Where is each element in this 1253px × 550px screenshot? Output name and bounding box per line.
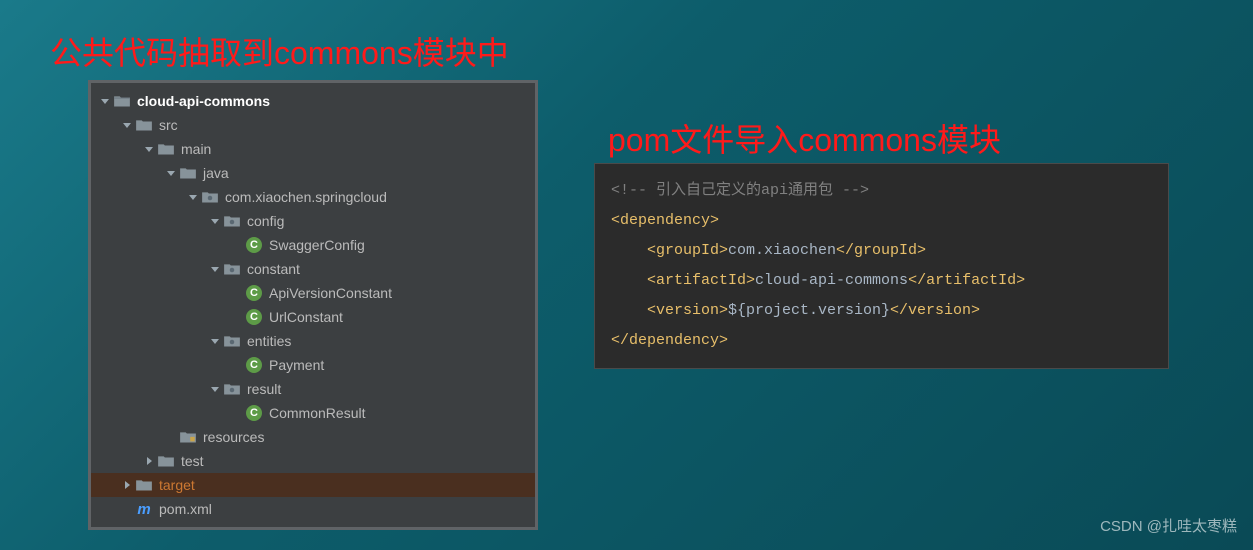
tree-item-main[interactable]: main <box>91 137 535 161</box>
pom-code-snippet: <!-- 引入自己定义的api通用包 --> <dependency> <gro… <box>594 163 1169 369</box>
tree-item-label: com.xiaochen.springcloud <box>225 189 387 205</box>
code-line-dep-close: </dependency> <box>611 326 1152 356</box>
package-icon <box>223 332 241 350</box>
tree-item-payment[interactable]: C Payment <box>91 353 535 377</box>
tree-item-label: main <box>181 141 211 157</box>
chevron-down-icon[interactable] <box>207 261 223 277</box>
folder-icon <box>157 452 175 470</box>
tree-item-swaggerconfig[interactable]: C SwaggerConfig <box>91 233 535 257</box>
tree-item-entities[interactable]: entities <box>91 329 535 353</box>
package-icon <box>223 260 241 278</box>
tree-item-apiversionconstant[interactable]: C ApiVersionConstant <box>91 281 535 305</box>
package-icon <box>223 212 241 230</box>
folder-open-icon <box>113 92 131 110</box>
code-line-comment: <!-- 引入自己定义的api通用包 --> <box>611 176 1152 206</box>
package-icon <box>223 380 241 398</box>
chevron-down-icon[interactable] <box>163 165 179 181</box>
tree-item-label: pom.xml <box>159 501 212 517</box>
chevron-right-icon[interactable] <box>141 453 157 469</box>
class-icon: C <box>245 284 263 302</box>
tree-item-label: test <box>181 453 204 469</box>
resources-icon <box>179 428 197 446</box>
chevron-down-icon[interactable] <box>207 213 223 229</box>
chevron-down-icon[interactable] <box>141 141 157 157</box>
tree-item-com-xiaochen-springcloud[interactable]: com.xiaochen.springcloud <box>91 185 535 209</box>
tree-item-label: target <box>159 477 195 493</box>
chevron-down-icon[interactable] <box>185 189 201 205</box>
chevron-down-icon[interactable] <box>97 93 113 109</box>
code-line-groupid: <groupId>com.xiaochen</groupId> <box>611 236 1152 266</box>
chevron-down-icon[interactable] <box>207 333 223 349</box>
tree-item-label: constant <box>247 261 300 277</box>
tree-item-src[interactable]: src <box>91 113 535 137</box>
chevron-down-icon[interactable] <box>207 381 223 397</box>
tree-item-result[interactable]: result <box>91 377 535 401</box>
tree-item-test[interactable]: test <box>91 449 535 473</box>
tree-item-constant[interactable]: constant <box>91 257 535 281</box>
watermark: CSDN @扎哇太枣糕 <box>1100 515 1237 536</box>
tree-item-commonresult[interactable]: C CommonResult <box>91 401 535 425</box>
code-line-artifactid: <artifactId>cloud-api-commons</artifactI… <box>611 266 1152 296</box>
folder-icon <box>135 116 153 134</box>
maven-icon: m <box>135 500 153 518</box>
chevron-right-icon[interactable] <box>119 477 135 493</box>
folder-icon <box>135 476 153 494</box>
tree-item-label: ApiVersionConstant <box>269 285 392 301</box>
folder-icon <box>179 164 197 182</box>
tree-item-pom-xml[interactable]: m pom.xml <box>91 497 535 521</box>
code-line-dep-open: <dependency> <box>611 206 1152 236</box>
tree-item-label: java <box>203 165 229 181</box>
tree-item-label: src <box>159 117 178 133</box>
tree-item-label: result <box>247 381 281 397</box>
tree-item-urlconstant[interactable]: C UrlConstant <box>91 305 535 329</box>
tree-item-target[interactable]: target <box>91 473 535 497</box>
tree-item-label: Payment <box>269 357 324 373</box>
tree-item-label: entities <box>247 333 291 349</box>
tree-item-resources[interactable]: resources <box>91 425 535 449</box>
heading-pom-import: pom文件导入commons模块 <box>608 115 1001 161</box>
package-icon <box>201 188 219 206</box>
class-icon: C <box>245 236 263 254</box>
tree-item-label: config <box>247 213 284 229</box>
heading-extract-commons: 公共代码抽取到commons模块中 <box>50 28 509 74</box>
chevron-down-icon[interactable] <box>119 117 135 133</box>
tree-item-cloud-api-commons[interactable]: cloud-api-commons <box>91 89 535 113</box>
tree-item-config[interactable]: config <box>91 209 535 233</box>
tree-item-java[interactable]: java <box>91 161 535 185</box>
folder-icon <box>157 140 175 158</box>
project-tree-panel: cloud-api-commons srcmain java com.xiaochen… <box>88 80 538 530</box>
tree-item-label: cloud-api-commons <box>137 93 270 109</box>
class-icon: C <box>245 356 263 374</box>
code-line-version: <version>${project.version}</version> <box>611 296 1152 326</box>
class-icon: C <box>245 404 263 422</box>
tree-item-label: CommonResult <box>269 405 365 421</box>
tree-item-label: SwaggerConfig <box>269 237 365 253</box>
class-icon: C <box>245 308 263 326</box>
tree-item-label: UrlConstant <box>269 309 343 325</box>
tree-item-label: resources <box>203 429 264 445</box>
